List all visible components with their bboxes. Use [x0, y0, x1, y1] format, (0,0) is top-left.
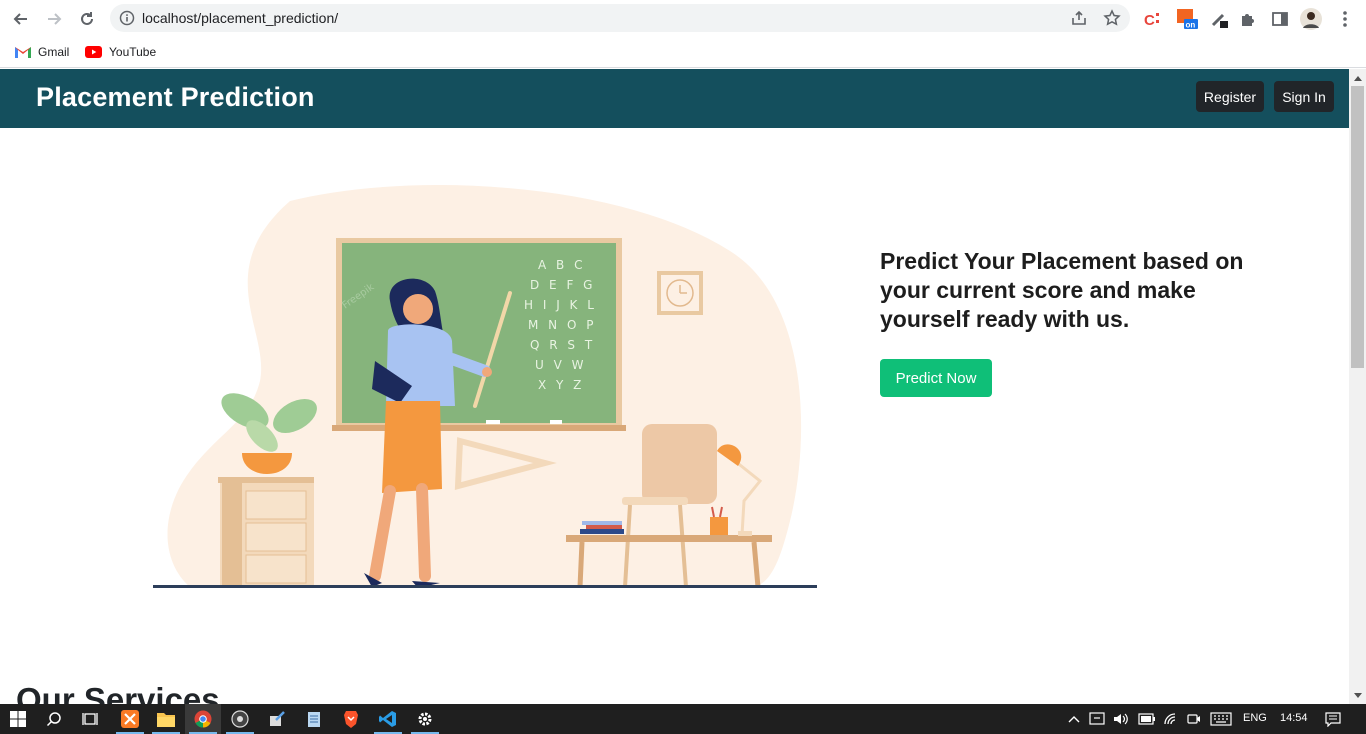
taskbar-file-explorer[interactable]: [148, 704, 184, 734]
svg-text:D E F G: D E F G: [530, 278, 595, 292]
back-button[interactable]: [8, 6, 34, 32]
keyboard-icon[interactable]: [1210, 712, 1232, 726]
start-button[interactable]: [0, 704, 36, 734]
svg-text:on: on: [1186, 21, 1196, 30]
svg-text:Q R S T: Q R S T: [530, 338, 595, 352]
register-button[interactable]: Register: [1196, 81, 1264, 112]
gear-icon: [418, 712, 432, 726]
services-heading: Our Services: [16, 681, 220, 704]
svg-text:U V W: U V W: [535, 358, 587, 372]
windows-taskbar: ENG 14:54: [0, 704, 1366, 734]
address-bar[interactable]: localhost/placement_prediction/: [110, 4, 1130, 32]
bookmark-youtube-label: YouTube: [109, 45, 157, 59]
extension-on-icon[interactable]: on: [1176, 8, 1198, 30]
site-brand[interactable]: Placement Prediction: [36, 82, 315, 113]
scroll-up-button[interactable]: [1349, 69, 1366, 86]
scroll-down-button[interactable]: [1349, 687, 1366, 704]
taskbar-brave[interactable]: [333, 704, 369, 734]
scroll-down-arrow-icon: [1353, 692, 1362, 698]
taskbar-obs[interactable]: [222, 704, 258, 734]
taskbar-vscode[interactable]: [370, 704, 406, 734]
profile-avatar[interactable]: [1300, 8, 1322, 30]
taskbar-notepad[interactable]: [296, 704, 332, 734]
taskbar-chrome[interactable]: [185, 704, 221, 734]
notification-icon[interactable]: [1325, 712, 1341, 727]
browser-toolbar: localhost/placement_prediction/ C on: [0, 0, 1366, 37]
taskbar-settings[interactable]: [407, 704, 443, 734]
url-text: localhost/placement_prediction/: [142, 10, 339, 26]
board-letters: A B C D E F G H I J K L M N O P Q R S T …: [524, 258, 597, 392]
svg-text:A B C: A B C: [538, 258, 585, 272]
side-panel-icon[interactable]: [1269, 8, 1291, 30]
chrome-icon: [194, 710, 212, 728]
reload-icon: [81, 12, 93, 25]
xampp-icon: [121, 710, 139, 728]
svg-text:M N O P: M N O P: [528, 318, 596, 332]
bookmark-youtube[interactable]: YouTube: [85, 42, 156, 62]
search-icon: [46, 712, 61, 727]
wifi-icon[interactable]: [1163, 712, 1179, 726]
page-viewport: Placement Prediction Register Sign In A …: [0, 69, 1349, 704]
folder-icon: [157, 713, 175, 727]
language-indicator[interactable]: ENG: [1243, 712, 1267, 724]
reload-button[interactable]: [74, 6, 100, 32]
site-navbar: Placement Prediction Register Sign In: [0, 69, 1349, 128]
bookmarks-bar: Gmail YouTube: [0, 37, 1366, 68]
star-icon[interactable]: [1103, 9, 1121, 27]
svg-text:X Y Z: X Y Z: [538, 378, 584, 392]
svg-text:C: C: [1144, 12, 1155, 28]
obs-icon: [231, 710, 249, 728]
windows-logo-icon: [10, 711, 26, 727]
brave-icon: [344, 711, 358, 728]
info-icon[interactable]: [119, 10, 135, 26]
paint-icon: [270, 711, 285, 726]
scrollbar-thumb[interactable]: [1351, 86, 1364, 368]
volume-icon[interactable]: [1113, 712, 1129, 726]
taskbar-clock[interactable]: 14:54: [1280, 712, 1308, 724]
extensions-puzzle-icon[interactable]: [1237, 8, 1259, 30]
task-view-icon: [82, 713, 98, 725]
share-icon[interactable]: [1070, 9, 1088, 27]
bookmark-gmail[interactable]: Gmail: [15, 42, 69, 62]
task-view-button[interactable]: [72, 704, 108, 734]
meet-now-icon[interactable]: [1187, 712, 1201, 726]
taskbar-paint[interactable]: [259, 704, 295, 734]
youtube-icon: [85, 46, 102, 58]
scroll-up-arrow-icon: [1353, 75, 1362, 81]
sign-in-button[interactable]: Sign In: [1274, 81, 1334, 112]
forward-button[interactable]: [41, 6, 67, 32]
arrow-left-icon: [13, 13, 27, 25]
chevron-up-icon[interactable]: [1068, 714, 1080, 724]
predict-now-button[interactable]: Predict Now: [880, 359, 992, 397]
notepad-icon: [308, 712, 320, 727]
arrow-right-icon: [48, 13, 62, 25]
battery-icon[interactable]: [1138, 713, 1156, 725]
extension-c-icon[interactable]: C: [1141, 8, 1163, 30]
page-scrollbar[interactable]: [1349, 69, 1366, 704]
eyedropper-extension-icon[interactable]: [1208, 8, 1230, 30]
search-button[interactable]: [36, 704, 72, 734]
hero-headline: Predict Your Placement based on your cur…: [880, 248, 1244, 332]
kebab-menu-icon[interactable]: [1334, 8, 1356, 30]
svg-text:H I J K L: H I J K L: [524, 298, 597, 312]
bookmark-gmail-label: Gmail: [38, 45, 70, 59]
teacher-illustration: A B C D E F G H I J K L M N O P Q R S T …: [153, 185, 817, 588]
gmail-icon: [15, 47, 31, 58]
taskbar-xampp[interactable]: [112, 704, 148, 734]
network-monitor-icon[interactable]: [1089, 712, 1105, 726]
vscode-icon: [379, 711, 396, 727]
